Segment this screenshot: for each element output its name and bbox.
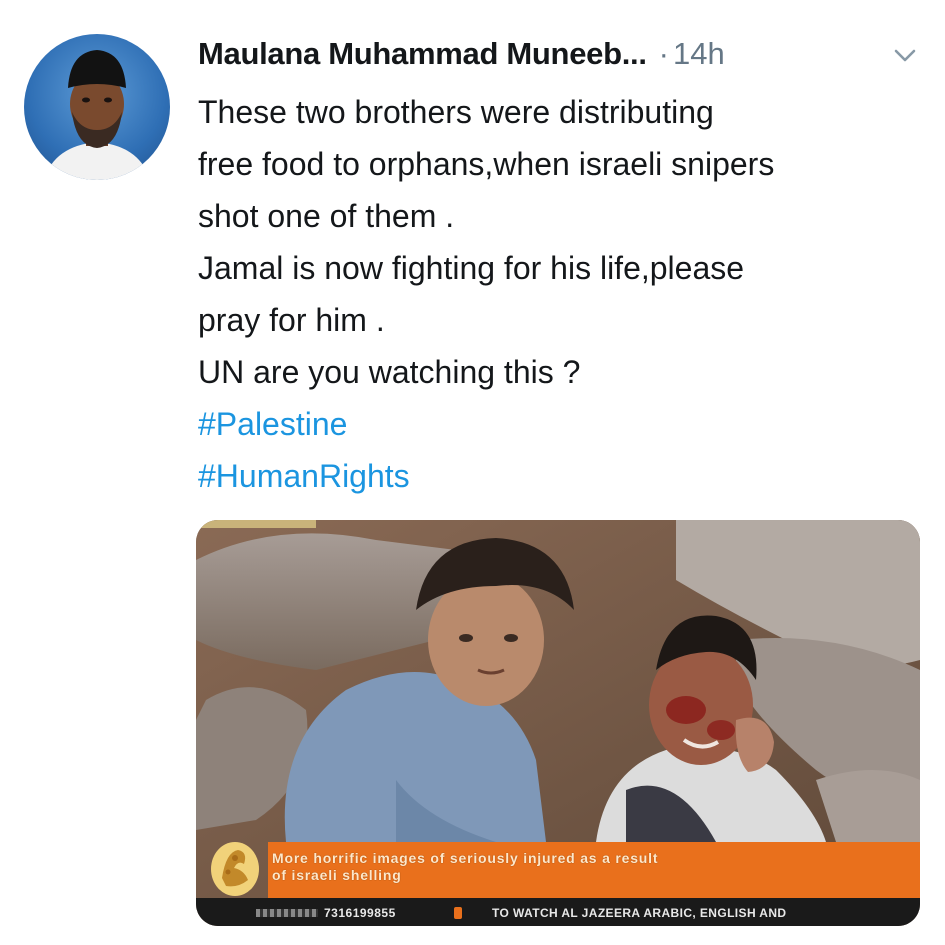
header-separator: · xyxy=(658,36,669,71)
tweet-text-line: UN are you watching this ? xyxy=(198,354,581,390)
tweet-header: Maulana Muhammad Muneeb... · 14h xyxy=(198,32,918,76)
tweet-card[interactable]: Maulana Muhammad Muneeb... · 14h These t… xyxy=(0,0,945,945)
bottom-bar-number: 7316199855 xyxy=(324,906,396,920)
bottom-bar-divider xyxy=(454,907,462,919)
tweet-timestamp[interactable]: 14h xyxy=(673,36,725,72)
tweet-text-line: free food to orphans,when israeli sniper… xyxy=(198,146,775,182)
avatar[interactable] xyxy=(24,34,170,180)
hashtag-link-palestine[interactable]: #Palestine xyxy=(198,398,928,450)
tweet-text-line: These two brothers were distributing xyxy=(198,94,714,130)
tweet-media-image[interactable]: More horrific images of seriously injure… xyxy=(196,520,920,926)
news-ticker-text: More horrific images of seriously injure… xyxy=(272,850,912,884)
hashtag-link-humanrights[interactable]: #HumanRights xyxy=(198,450,928,502)
tweet-text-line: Jamal is now fighting for his life,pleas… xyxy=(198,250,745,286)
author-display-name[interactable]: Maulana Muhammad Muneeb... xyxy=(198,36,647,72)
ticker-line: More horrific images of seriously injure… xyxy=(272,850,659,866)
chevron-down-icon[interactable] xyxy=(892,42,918,68)
tweet-text-line: pray for him . xyxy=(198,302,385,338)
tweet-text-line: shot one of them . xyxy=(198,198,455,234)
tweet-text: These two brothers were distributing fre… xyxy=(198,86,928,502)
bottom-bar-stripe xyxy=(256,909,318,917)
ticker-line: of israeli shelling xyxy=(272,867,402,883)
avatar-portrait-icon xyxy=(44,50,150,180)
al-jazeera-logo-icon xyxy=(211,842,259,896)
bottom-bar-text: TO WATCH AL JAZEERA ARABIC, ENGLISH AND xyxy=(492,906,787,920)
